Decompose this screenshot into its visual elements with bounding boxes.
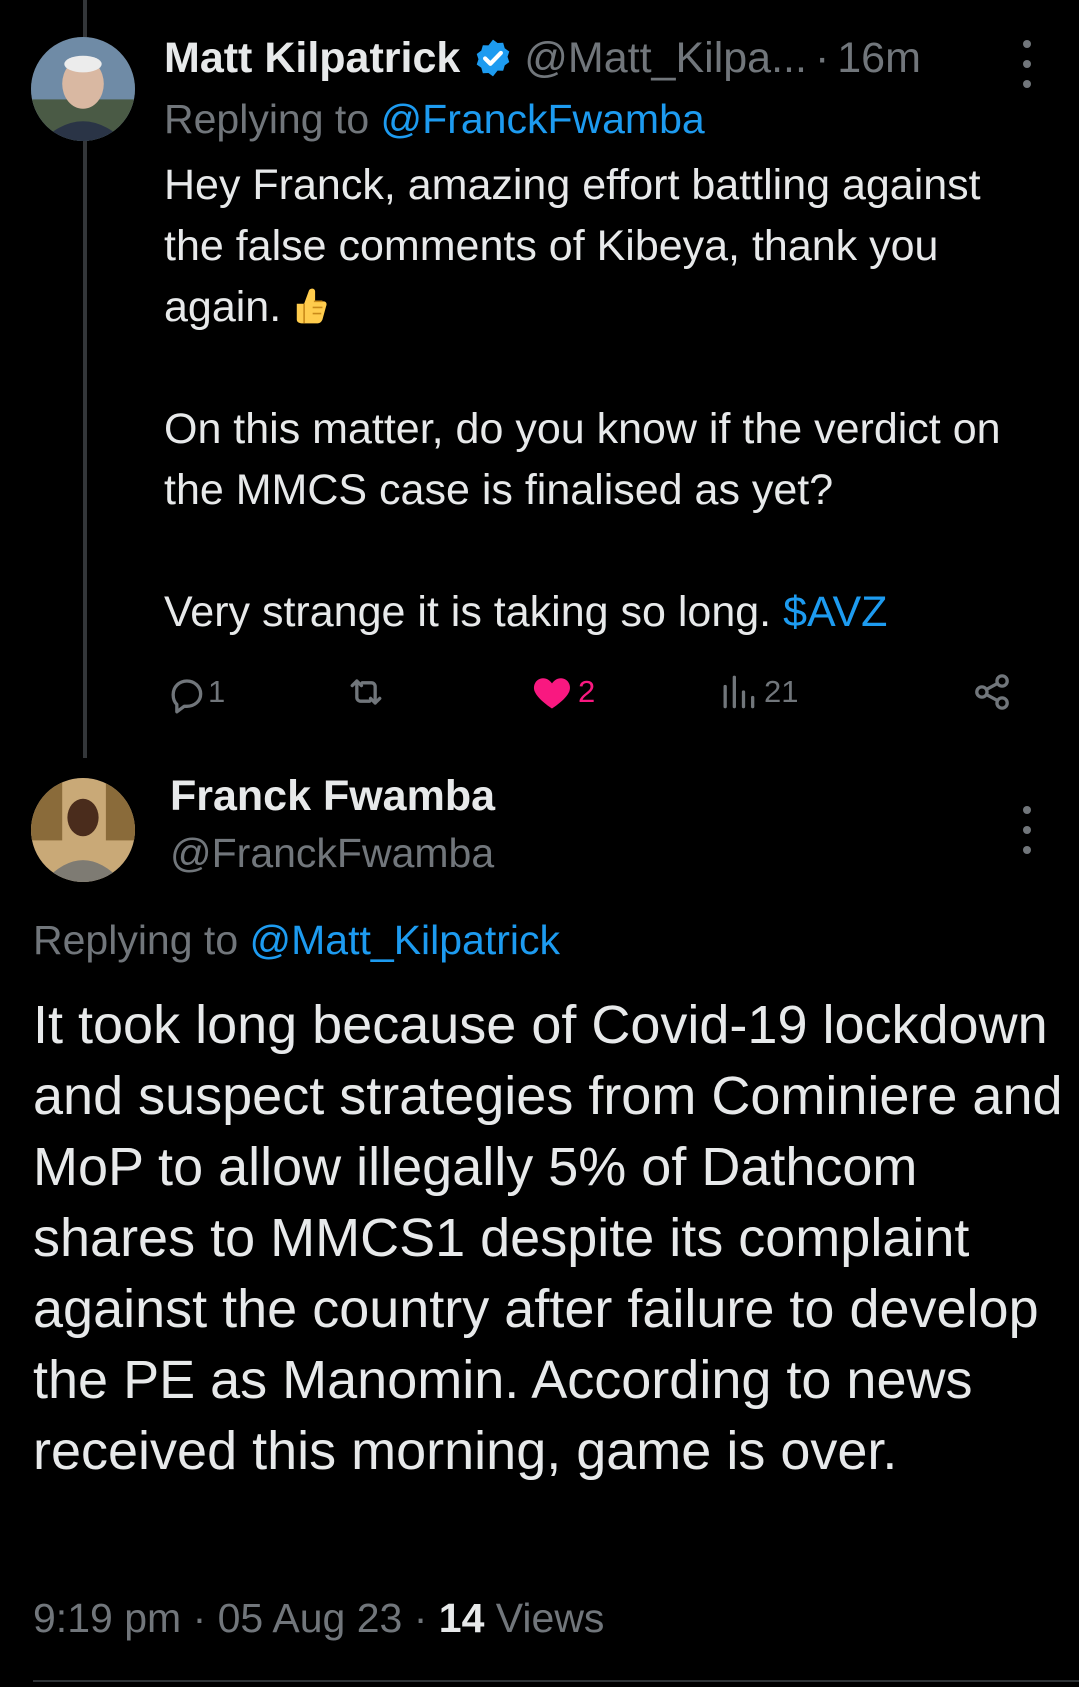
divider: [33, 1680, 1079, 1682]
author-name[interactable]: Franck Fwamba: [170, 772, 495, 821]
view-count: 21: [764, 674, 799, 709]
tweet2-body: It took long because of Covid-19 lockdow…: [33, 995, 1063, 1481]
tweet1-body: Hey Franck, amazing effort battling agai…: [164, 155, 1044, 643]
tweet-time[interactable]: 16m: [837, 34, 921, 83]
tweet1-paragraph-3-text: Very strange it is taking so long.: [164, 588, 772, 636]
author-name[interactable]: Matt Kilpatrick: [164, 34, 460, 83]
replying-to-link[interactable]: @Matt_Kilpatrick: [250, 917, 560, 963]
tweet1-paragraph-1: Hey Franck, amazing effort battling agai…: [164, 155, 1044, 338]
avatar-image: [31, 778, 135, 882]
tweet2-replying-to: Replying to @Matt_Kilpatrick: [33, 917, 560, 964]
avatar-matt-kilpatrick[interactable]: [31, 37, 135, 141]
replying-prefix: Replying to: [33, 917, 239, 963]
views-label: Views: [495, 1595, 605, 1641]
avatar-image: [31, 37, 135, 141]
tweet-date[interactable]: 05 Aug 23: [218, 1595, 403, 1641]
reply-count: 1: [208, 674, 226, 709]
reply-button[interactable]: 1: [164, 670, 225, 714]
thumbs-up-icon: [296, 288, 327, 324]
heart-filled-icon: [533, 678, 571, 709]
replying-prefix: Replying to: [164, 96, 370, 142]
views-count[interactable]: 14: [439, 1595, 485, 1641]
tweet2-more-options-icon[interactable]: [1017, 806, 1037, 854]
tweet1-replying-to: Replying to @FranckFwamba: [164, 96, 705, 143]
replying-to-link[interactable]: @FranckFwamba: [381, 96, 705, 142]
reply-icon: [171, 679, 203, 714]
views-bar-chart-icon: [723, 675, 755, 709]
views-button[interactable]: 21: [716, 670, 798, 714]
retweet-button[interactable]: [344, 670, 388, 714]
share-button[interactable]: [970, 670, 1014, 714]
separator-dot: ·: [192, 1595, 207, 1641]
author-handle[interactable]: @Matt_Kilpa...: [524, 34, 807, 83]
like-count: 2: [578, 674, 596, 709]
tweet1-more-options-icon[interactable]: [1017, 40, 1037, 88]
tweet1-paragraph-3: Very strange it is taking so long. $AVZ: [164, 582, 1044, 643]
retweet-icon: [350, 679, 382, 705]
author-handle[interactable]: @FranckFwamba: [170, 830, 494, 877]
verified-badge-icon: [477, 39, 510, 77]
tweet-time[interactable]: 9:19 pm: [33, 1595, 181, 1641]
tweet2-timestamp-row: 9:19 pm · 05 Aug 23 · 14 Views: [33, 1595, 604, 1642]
tweet1-header: Matt Kilpatrick @Matt_Kilpa... · 16m: [164, 28, 994, 88]
tweet1-action-bar: 1 2 21: [164, 670, 1024, 726]
separator-dot: ·: [814, 33, 830, 82]
share-icon: [975, 674, 1009, 710]
avatar-franck-fwamba[interactable]: [31, 778, 135, 882]
cashtag-link[interactable]: $AVZ: [783, 588, 887, 636]
tweet1-paragraph-2: On this matter, do you know if the verdi…: [164, 405, 1001, 514]
separator-dot: ·: [413, 1595, 428, 1641]
like-button[interactable]: 2: [530, 670, 595, 714]
